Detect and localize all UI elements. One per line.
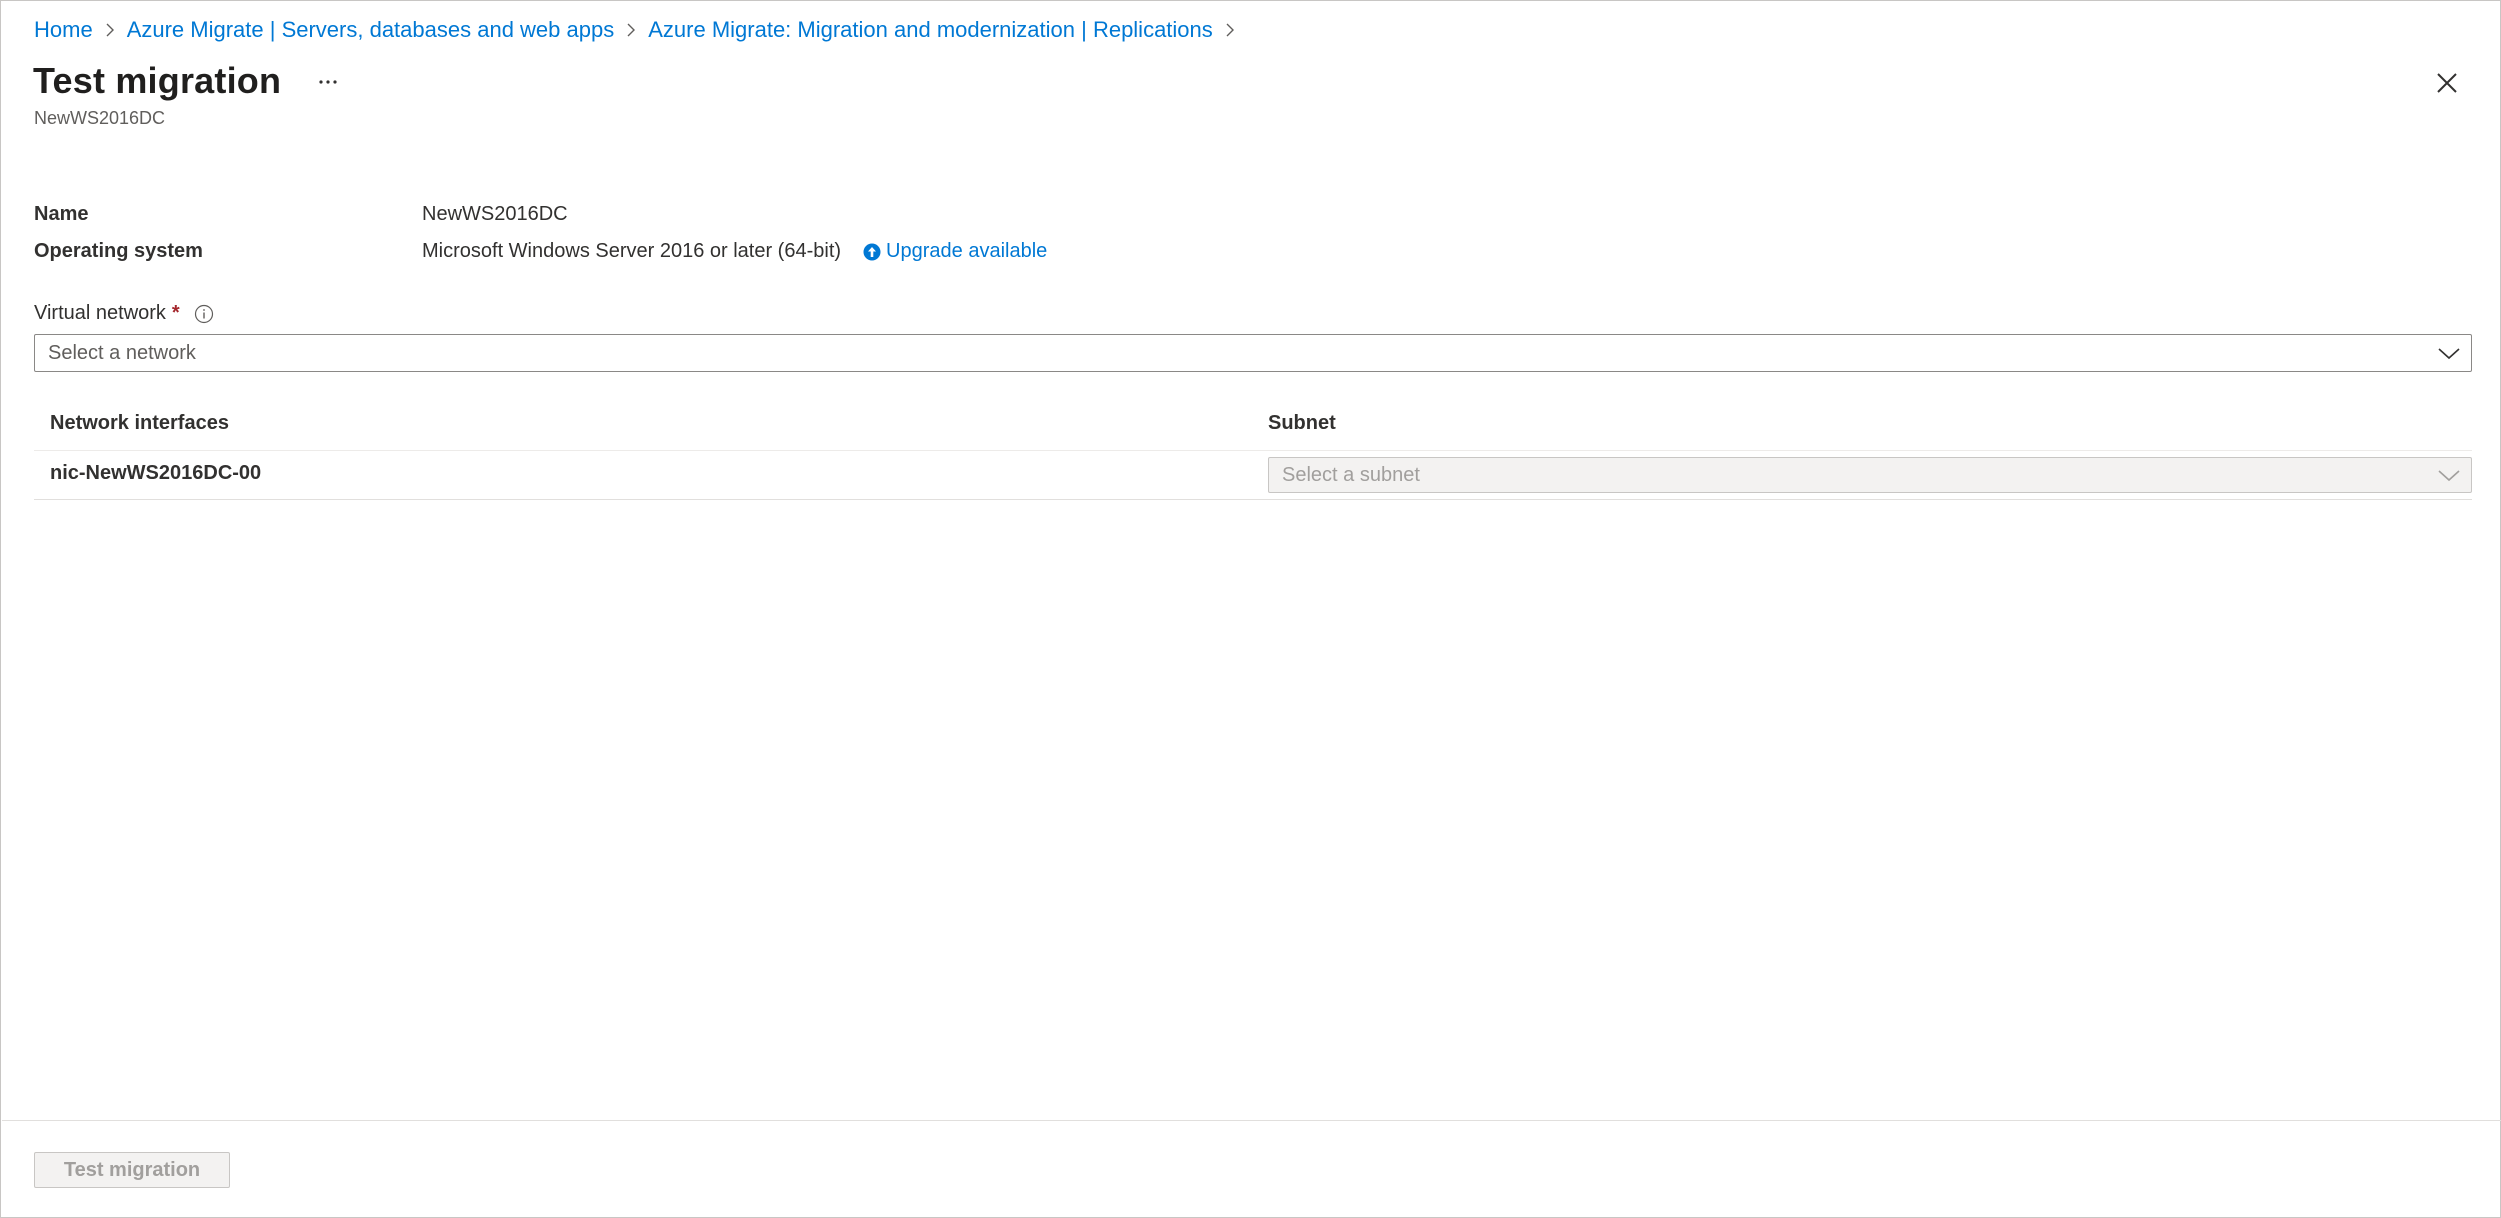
network-interface-name: nic-NewWS2016DC-00 [50,462,262,484]
breadcrumb: Home Azure Migrate | Servers, databases … [34,16,1247,44]
breadcrumb-azure-migrate[interactable]: Azure Migrate | Servers, databases and w… [127,17,615,43]
blade-panel: Home Azure Migrate | Servers, databases … [0,0,2501,1218]
breadcrumb-replications[interactable]: Azure Migrate: Migration and modernizati… [648,17,1213,43]
virtual-network-placeholder: Select a network [48,341,196,364]
upgrade-link-label: Upgrade available [886,240,1048,262]
footer-divider [2,1120,2501,1121]
table-row: nic-NewWS2016DC-00 Select a subnet [34,450,2472,500]
chevron-right-icon [1213,16,1247,44]
column-header-network-interfaces: Network interfaces [50,412,229,434]
virtual-network-label-row: Virtual network * [34,302,214,325]
upgrade-available-link[interactable]: Upgrade available [863,240,1047,263]
chevron-right-icon [93,16,127,44]
name-label: Name [34,203,89,225]
breadcrumb-home[interactable]: Home [34,17,93,43]
table-header: Network interfaces Subnet [34,406,2472,451]
info-icon[interactable] [194,304,214,324]
chevron-down-icon [2437,465,2461,490]
virtual-network-label: Virtual network [34,302,166,324]
os-value: Microsoft Windows Server 2016 or later (… [422,240,842,262]
os-label: Operating system [34,240,203,262]
chevron-right-icon [614,16,648,44]
page-title: Test migration [33,60,282,101]
close-icon[interactable] [2429,65,2465,101]
subnet-placeholder: Select a subnet [1282,463,1420,486]
virtual-network-dropdown[interactable]: Select a network [34,334,2472,372]
upgrade-arrow-icon [863,243,881,260]
required-marker: * [171,302,180,324]
page-subtitle: NewWS2016DC [34,108,166,128]
os-value-row: Microsoft Windows Server 2016 or later (… [422,240,1047,263]
chevron-down-icon [2437,343,2461,368]
name-value: NewWS2016DC [422,203,568,225]
test-migration-button[interactable]: Test migration [34,1152,230,1188]
subnet-dropdown[interactable]: Select a subnet [1268,457,2472,493]
column-header-subnet: Subnet [1268,412,1336,434]
more-icon[interactable] [313,67,343,97]
